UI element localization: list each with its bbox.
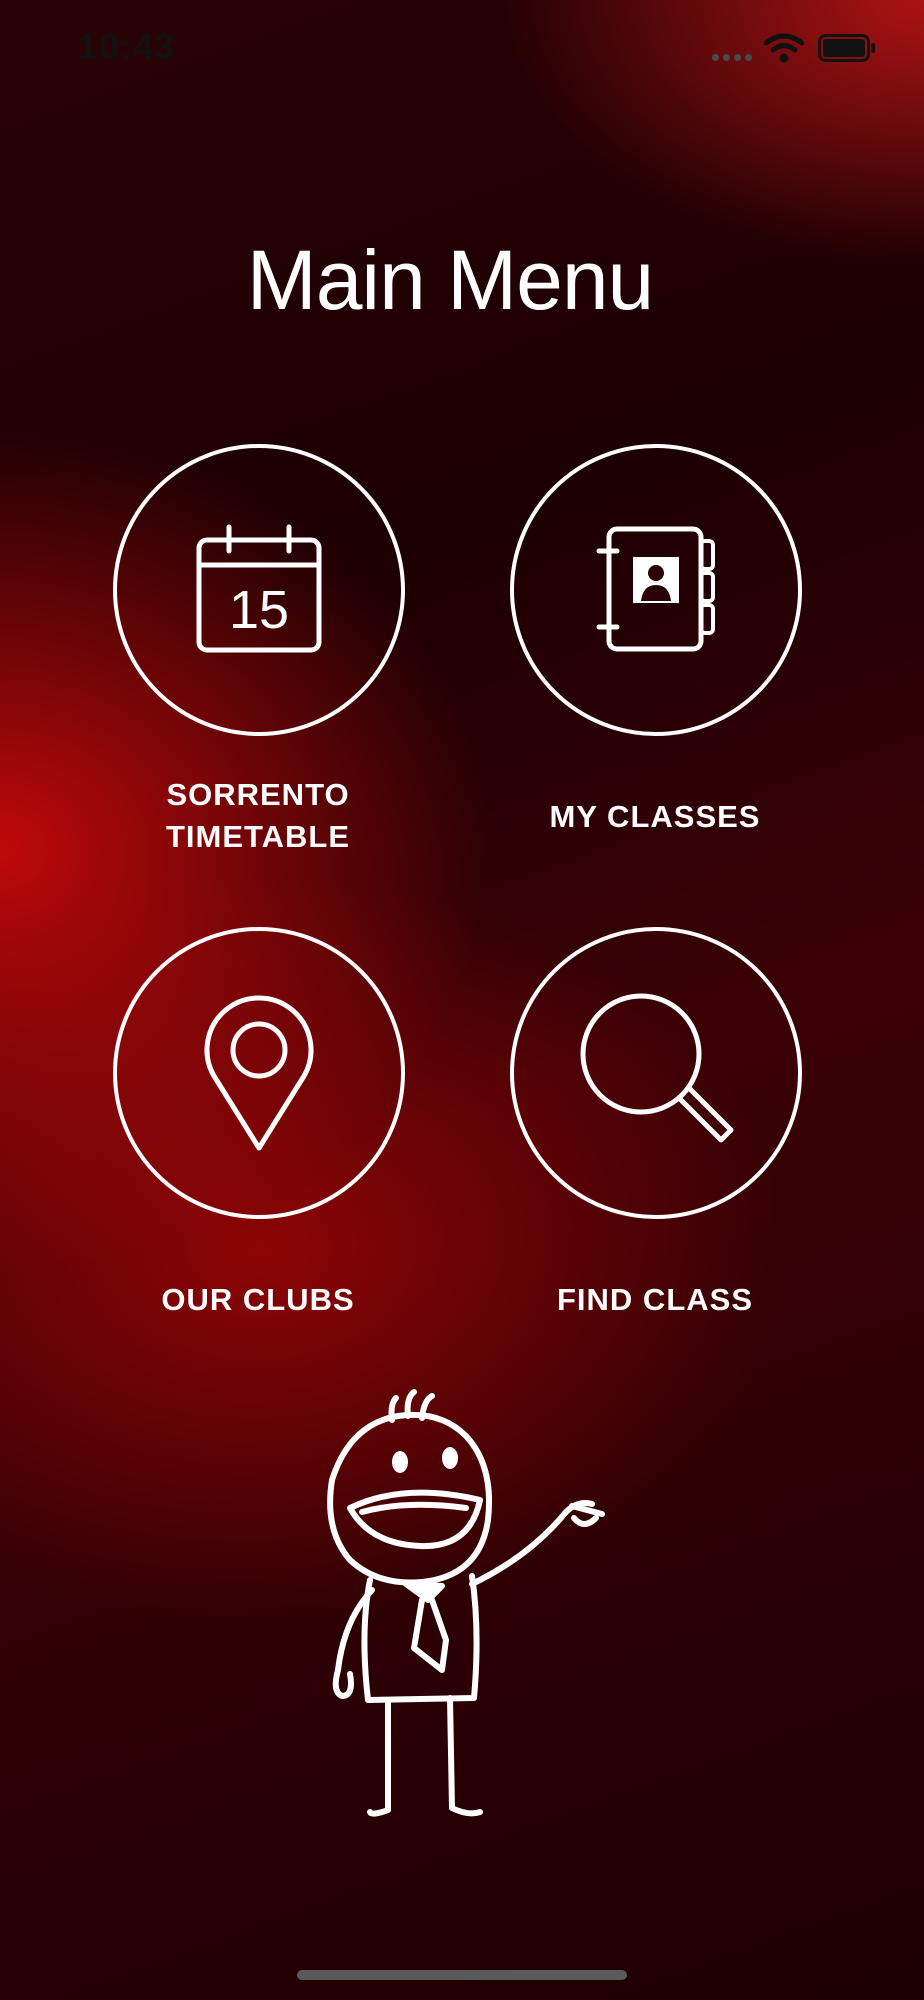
page-title: Main Menu xyxy=(246,233,655,327)
menu-item-label: SORRENTO TIMETABLE xyxy=(165,777,351,854)
battery-icon xyxy=(818,34,875,62)
cellular-signal-icon xyxy=(712,48,756,66)
home-indicator[interactable] xyxy=(297,1970,627,1980)
stick-figure-mascot xyxy=(327,1389,605,1817)
menu-item-label: FIND CLASS xyxy=(557,1282,753,1317)
wifi-icon xyxy=(764,33,804,63)
calendar-icon: 15 xyxy=(196,524,322,653)
calendar-day: 15 xyxy=(229,580,289,640)
menu-item-our-clubs[interactable]: OUR CLUBS xyxy=(113,927,405,1321)
menu-circle[interactable]: 15 xyxy=(113,444,405,736)
menu-item-sorrento-timetable[interactable]: 15 SORRENTO TIMETABLE xyxy=(113,444,405,858)
menu-item-my-classes[interactable]: MY CLASSES xyxy=(510,444,802,838)
status-time: 10:43 xyxy=(78,26,176,67)
status-bar: 10:43 xyxy=(0,0,924,100)
menu-circle[interactable] xyxy=(113,927,405,1219)
menu-circle[interactable] xyxy=(510,927,802,1219)
location-pin-icon xyxy=(204,995,314,1151)
menu-item-find-class[interactable]: FIND CLASS xyxy=(510,927,802,1321)
contact-book-icon xyxy=(596,526,715,652)
magnifier-icon xyxy=(580,993,734,1143)
menu-item-label: OUR CLUBS xyxy=(161,1282,355,1317)
menu-item-label: MY CLASSES xyxy=(549,799,761,834)
menu-circle[interactable] xyxy=(510,444,802,736)
